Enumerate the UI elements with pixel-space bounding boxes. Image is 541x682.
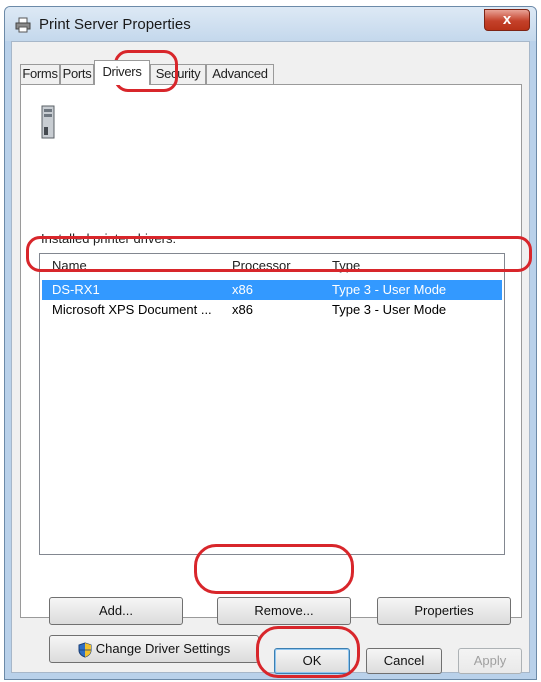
print-server-properties-dialog: Print Server Properties x Forms Ports Dr… [4,6,537,680]
window-title: Print Server Properties [39,16,191,33]
change-driver-settings-button[interactable]: Change Driver Settings [49,635,259,663]
apply-button[interactable]: Apply [458,648,522,674]
close-button[interactable]: x [484,9,530,31]
installed-drivers-label: Installed printer drivers: [41,231,177,246]
driver-type: Type 3 - User Mode [332,302,447,317]
ok-button[interactable]: OK [274,648,350,674]
list-header: Name Processor Type [40,254,504,276]
driver-type: Type 3 - User Mode [332,282,447,297]
driver-processor: x86 [232,282,253,297]
driver-name: DS-RX1 [52,282,100,297]
driver-processor: x86 [232,302,253,317]
drivers-list[interactable]: Name Processor Type DS-RX1 x86 Type 3 - … [39,253,505,555]
tab-advanced[interactable]: Advanced [206,64,274,84]
tab-security[interactable]: Security [150,64,206,84]
add-button[interactable]: Add... [49,597,183,625]
tab-drivers[interactable]: Drivers [94,60,150,85]
driver-row-ds-rx1[interactable]: DS-RX1 x86 Type 3 - User Mode [42,280,502,300]
cancel-button[interactable]: Cancel [366,648,442,674]
printer-icon [15,17,31,33]
properties-button[interactable]: Properties [377,597,511,625]
remove-button[interactable]: Remove... [217,597,351,625]
print-server-icon [41,105,55,139]
driver-row-microsoft-xps[interactable]: Microsoft XPS Document ... x86 Type 3 - … [42,300,502,320]
drivers-tab-panel: Installed printer drivers: Name Processo… [20,84,522,663]
tab-forms[interactable]: Forms [20,64,60,84]
tab-ports[interactable]: Ports [60,64,94,84]
change-driver-settings-label: Change Driver Settings [95,641,231,656]
column-header-type[interactable]: Type [332,258,360,273]
title-bar[interactable]: Print Server Properties x [5,7,536,41]
dialog-client-area: Forms Ports Drivers Security Advanced In… [11,41,530,674]
uac-shield-icon [78,642,92,658]
driver-name: Microsoft XPS Document ... [52,302,212,317]
column-header-processor[interactable]: Processor [232,258,291,273]
column-header-name[interactable]: Name [52,258,87,273]
